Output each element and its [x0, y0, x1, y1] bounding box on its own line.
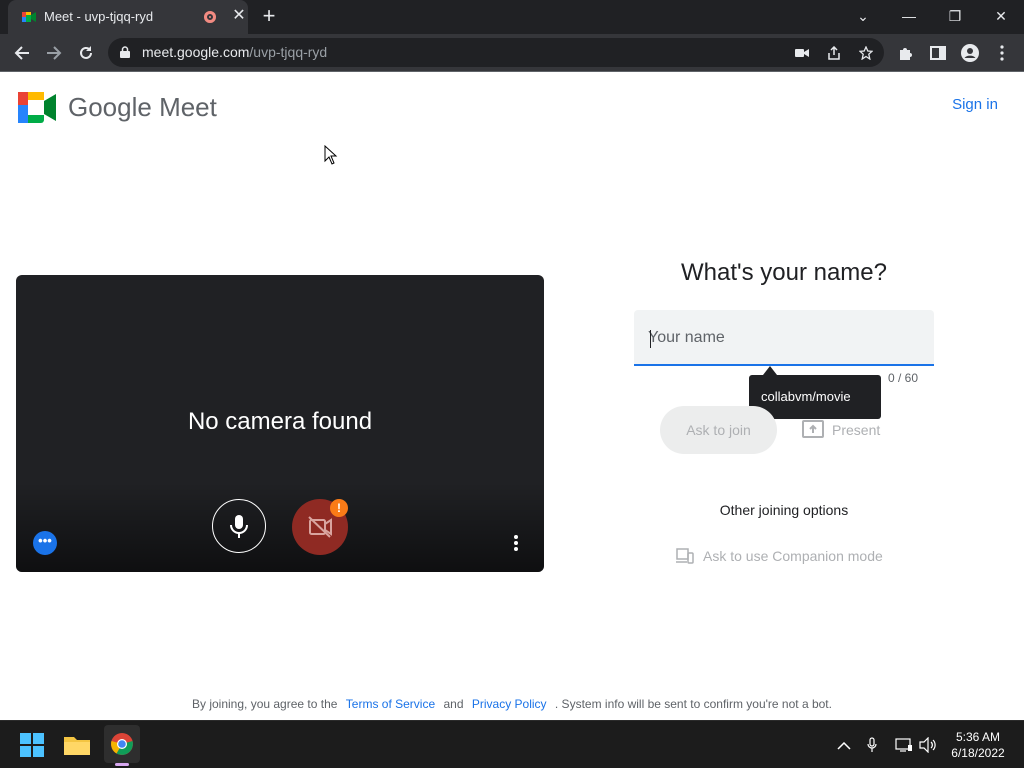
back-button[interactable] [10, 41, 34, 65]
active-app-indicator [115, 763, 129, 766]
side-panel-button[interactable] [926, 41, 950, 65]
meet-favicon-icon [22, 12, 36, 22]
clock-date: 6/18/2022 [951, 746, 1005, 760]
puzzle-icon [900, 48, 912, 60]
footer-and: and [443, 697, 464, 711]
autofill-tooltip-arrow [763, 366, 777, 375]
chrome-taskbar-button[interactable] [104, 725, 140, 763]
tab-search-button[interactable]: ⌄ [851, 4, 875, 28]
companion-mode-button[interactable]: Ask to use Companion mode [676, 546, 906, 566]
legal-footer: By joining, you agree to the Terms of Se… [0, 697, 1024, 711]
join-title: What's your name? [680, 259, 887, 286]
address-bar[interactable]: meet.google.com/uvp-tjqq-ryd [108, 38, 884, 67]
browser-menu-button[interactable] [990, 41, 1014, 65]
present-label: Present [832, 422, 881, 438]
new-tab-button[interactable]: + [258, 5, 280, 28]
camera-blocked-icon[interactable] [792, 43, 812, 63]
other-joining-options-heading: Other joining options [719, 502, 849, 518]
arrow-right-icon [47, 46, 62, 60]
side-panel-icon [930, 46, 946, 60]
video-preview: No camera found ! ••• [16, 275, 544, 572]
companion-devices-icon [676, 548, 694, 564]
chrome-icon [111, 733, 133, 755]
profile-icon [961, 44, 979, 62]
sign-in-link[interactable]: Sign in [940, 94, 1010, 116]
brand-title: Google Meet [68, 92, 217, 122]
clock-time: 5:36 AM [955, 730, 1001, 744]
camera-warning-badge[interactable]: ! [330, 499, 348, 517]
taskbar-clock[interactable]: 5:36 AM 6/18/2022 [940, 729, 1016, 761]
present-button[interactable]: Present [800, 416, 896, 444]
microphone-toggle-button[interactable] [212, 499, 266, 553]
chevron-up-icon[interactable] [834, 735, 854, 755]
more-vert-icon [514, 535, 518, 551]
recording-indicator-icon [204, 11, 216, 23]
microphone-icon [230, 515, 248, 538]
reload-icon [80, 46, 92, 59]
google-meet-logo-icon [18, 92, 56, 123]
reload-button[interactable] [74, 41, 98, 65]
browser-tab-meet[interactable]: Meet - uvp-tjqq-ryd ✕ [8, 0, 248, 34]
url-text: meet.google.com/uvp-tjqq-ryd [142, 44, 327, 60]
window-close-button[interactable]: ✕ [989, 4, 1013, 28]
microphone-tray-icon[interactable] [862, 735, 882, 755]
browser-tab-strip: Meet - uvp-tjqq-ryd ✕ + ⌄ — ❐ ✕ [0, 0, 1024, 34]
extensions-button[interactable] [894, 41, 918, 65]
tab-close-button[interactable]: ✕ [230, 7, 248, 25]
more-options-button[interactable] [504, 531, 528, 555]
privacy-policy-link[interactable]: Privacy Policy [472, 697, 547, 711]
window-restore-button[interactable]: ❐ [943, 4, 967, 28]
visual-effects-button[interactable]: ••• [33, 531, 57, 555]
tab-title: Meet - uvp-tjqq-ryd [44, 9, 154, 24]
preview-gradient [16, 482, 544, 572]
browser-toolbar: meet.google.com/uvp-tjqq-ryd [0, 34, 1024, 72]
arrow-left-icon [14, 46, 29, 60]
ask-to-join-button[interactable]: Ask to join [660, 406, 777, 454]
volume-icon[interactable] [918, 735, 938, 755]
file-explorer-icon[interactable] [61, 729, 93, 761]
window-minimize-button[interactable]: — [897, 4, 921, 28]
name-field[interactable] [634, 310, 934, 366]
bookmark-star-icon[interactable] [856, 43, 876, 63]
windows-taskbar: 5:36 AM 6/18/2022 [0, 720, 1024, 768]
terms-of-service-link[interactable]: Terms of Service [346, 697, 435, 711]
no-camera-message: No camera found [187, 408, 373, 435]
present-icon [802, 420, 824, 438]
kebab-menu-icon [1000, 45, 1004, 61]
forward-button[interactable] [42, 41, 66, 65]
windows-start-icon[interactable] [16, 729, 48, 761]
footer-suffix: . System info will be sent to confirm yo… [554, 697, 832, 711]
text-caret [650, 330, 651, 348]
footer-prefix: By joining, you agree to the [192, 697, 338, 711]
profile-button[interactable] [958, 41, 982, 65]
url-host: meet.google.com [142, 44, 250, 60]
companion-mode-label: Ask to use Companion mode [703, 548, 883, 564]
name-input[interactable] [648, 326, 918, 350]
network-icon[interactable] [894, 735, 914, 755]
url-path: /uvp-tjqq-ryd [249, 44, 328, 60]
mouse-cursor-icon [324, 145, 338, 165]
lock-icon [120, 46, 130, 58]
share-icon[interactable] [824, 43, 844, 63]
